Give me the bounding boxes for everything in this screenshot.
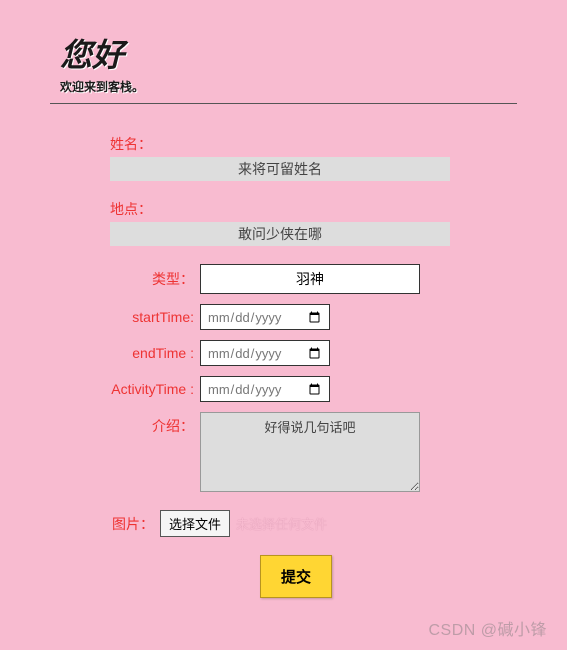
place-input[interactable] <box>110 222 450 246</box>
end-time-input[interactable] <box>200 340 330 366</box>
image-label: 图片： <box>110 514 160 534</box>
type-input[interactable] <box>200 264 420 294</box>
header-divider <box>50 103 517 104</box>
page-header: 您好 欢迎来到客栈。 <box>50 30 517 95</box>
activity-time-row: ActivityTime : <box>110 376 517 402</box>
type-row: 类型： <box>110 264 517 294</box>
place-field-block: 地点： <box>110 199 517 246</box>
end-time-row: endTime : <box>110 340 517 366</box>
start-time-row: startTime: <box>110 304 517 330</box>
intro-label: 介绍： <box>110 412 200 436</box>
end-time-label: endTime : <box>110 345 200 361</box>
page-title: 您好 <box>60 30 517 76</box>
name-input[interactable] <box>110 157 450 181</box>
choose-file-button[interactable]: 选择文件 <box>160 510 230 537</box>
activity-time-label: ActivityTime : <box>110 381 200 397</box>
file-hint: 未选择任何文件 <box>236 514 327 533</box>
intro-textarea[interactable] <box>200 412 420 492</box>
submit-button[interactable]: 提交 <box>260 555 332 598</box>
start-time-label: startTime: <box>110 309 200 325</box>
watermark: CSDN @碱小锋 <box>428 616 547 640</box>
type-label: 类型： <box>110 269 200 289</box>
form-body: 姓名： 地点： 类型： startTime: endTime : Activit… <box>50 134 517 598</box>
name-label: 姓名： <box>110 134 517 154</box>
image-row: 图片： 选择文件 未选择任何文件 <box>110 510 517 537</box>
start-time-input[interactable] <box>200 304 330 330</box>
name-field-block: 姓名： <box>110 134 517 181</box>
activity-time-input[interactable] <box>200 376 330 402</box>
submit-wrap: 提交 <box>110 555 517 598</box>
page-subtitle: 欢迎来到客栈。 <box>60 78 517 95</box>
place-label: 地点： <box>110 199 517 219</box>
intro-row: 介绍： <box>110 412 517 492</box>
